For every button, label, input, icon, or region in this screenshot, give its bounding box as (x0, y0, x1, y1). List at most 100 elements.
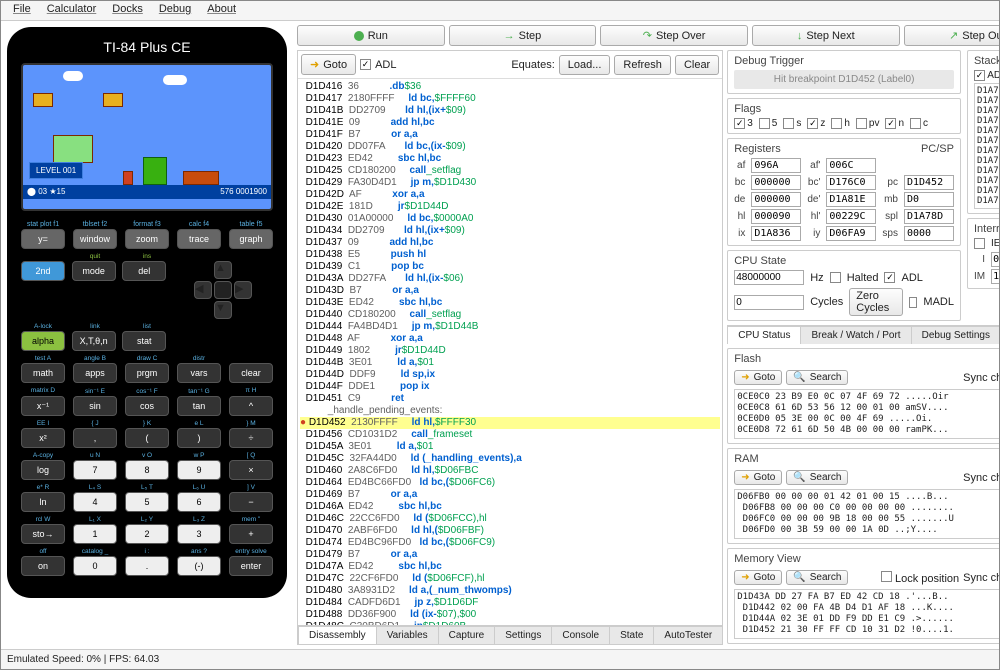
tab-capture[interactable]: Capture (438, 626, 496, 644)
menu-docks[interactable]: Docks (104, 1, 151, 20)
menu-file[interactable]: File (5, 1, 39, 20)
disasm-line[interactable]: D1D469 B7 or a,a (300, 489, 720, 501)
key-clear[interactable]: clear (229, 363, 273, 383)
reg-de2[interactable] (826, 192, 876, 207)
disasm-line[interactable]: D1D444 FA4BD4D1 jp m,$D1D44B (300, 321, 720, 333)
key-pow[interactable]: ^ (229, 396, 273, 416)
lock-position-checkbox[interactable] (881, 571, 892, 582)
disasm-line[interactable]: D1D44D DDF9 ld sp,ix (300, 369, 720, 381)
disasm-line[interactable]: D1D464 ED4BC66FD0 ld bc,($D06FC6) (300, 477, 720, 489)
disasm-line[interactable]: D1D43A DD27FA ld hl,(ix-$06) (300, 273, 720, 285)
key-enter[interactable]: enter (229, 556, 273, 576)
dpad-up[interactable]: ▲ (214, 261, 232, 279)
disasm-line[interactable]: D1D423 ED42 sbc hl,bc (300, 153, 720, 165)
halted-checkbox[interactable] (830, 272, 841, 283)
disasm-line[interactable]: D1D46C 22CC6FD0 ld ($D06FCC),hl (300, 513, 720, 525)
disasm-line[interactable]: D1D430 01A00000 ld bc,$0000A0 (300, 213, 720, 225)
zero-cycles-button[interactable]: Zero Cycles (849, 288, 903, 316)
disasm-line[interactable]: D1D42E 181D jr$D1D44D (300, 201, 720, 213)
disasm-line[interactable]: D1D42D AF xor a,a (300, 189, 720, 201)
key-1[interactable]: 1 (73, 524, 117, 544)
disasm-line[interactable]: D1D480 3A8931D2 ld a,(_num_thwomps) (300, 585, 720, 597)
tab-variables[interactable]: Variables (376, 626, 439, 644)
disasm-line[interactable]: D1D41F B7 or a,a (300, 129, 720, 141)
disasm-line[interactable]: D1D43D B7 or a,a (300, 285, 720, 297)
reg-af2[interactable] (826, 158, 876, 173)
disasm-line[interactable]: D1D449 1802 jr$D1D44D (300, 345, 720, 357)
disasm-line[interactable]: ● D1D452 2130FFFF ld hl,$FFFF30 (300, 417, 720, 429)
dpad-right[interactable]: ▶ (234, 281, 252, 299)
key-on[interactable]: on (21, 556, 65, 576)
mem-hex-view[interactable]: D1D43A DD 27 FA B7 ED 42 CD 18 .'...B.. … (734, 589, 1000, 639)
flash-goto-button[interactable]: ➜Goto (734, 370, 782, 385)
cpu-freq-input[interactable] (734, 270, 804, 285)
disasm-line[interactable]: _handle_pending_events: (300, 405, 720, 417)
disasm-line[interactable]: D1D43E ED42 sbc hl,bc (300, 297, 720, 309)
tab-console[interactable]: Console (551, 626, 610, 644)
key-vars[interactable]: vars (177, 363, 221, 383)
key-xinv[interactable]: x⁻¹ (21, 396, 65, 416)
key-6[interactable]: 6 (177, 492, 221, 512)
disasm-line[interactable]: D1D44F DDE1 pop ix (300, 381, 720, 393)
reg-af[interactable] (751, 158, 801, 173)
reg-hl[interactable] (751, 209, 801, 224)
tab-autotester[interactable]: AutoTester (653, 626, 723, 644)
reg-ix[interactable] (751, 226, 801, 241)
disasm-line[interactable]: D1D448 AF xor a,a (300, 333, 720, 345)
dpad-down[interactable]: ▼ (214, 301, 232, 319)
disasm-line[interactable]: D1D484 CADFD6D1 jp z,$D1D6DF (300, 597, 720, 609)
flag-z-checkbox[interactable] (807, 118, 818, 129)
load-button[interactable]: Load... (559, 55, 611, 75)
flag-c-checkbox[interactable] (910, 118, 921, 129)
key-prgm[interactable]: prgm (125, 363, 169, 383)
tab-debug-settings[interactable]: Debug Settings (911, 326, 1000, 344)
key-mode[interactable]: mode (72, 261, 116, 281)
flag-pv-checkbox[interactable] (856, 118, 867, 129)
ram-goto-button[interactable]: ➜Goto (734, 470, 782, 485)
key-lparen[interactable]: ( (125, 428, 169, 448)
key-0[interactable]: 0 (73, 556, 117, 576)
calc-screen[interactable]: ⬤ 03 ★15 576 0001900 LEVEL 001 (21, 63, 273, 211)
key-4[interactable]: 4 (73, 492, 117, 512)
key-3[interactable]: 3 (177, 524, 221, 544)
disassembly-list[interactable]: D1D416 36 .db$36 D1D417 2180FFFF ld bc,$… (298, 79, 722, 625)
flag-s-checkbox[interactable] (783, 118, 794, 129)
tab-state[interactable]: State (609, 626, 654, 644)
menu-calculator[interactable]: Calculator (39, 1, 105, 20)
disasm-line[interactable]: D1D451 C9 ret (300, 393, 720, 405)
refresh-button[interactable]: Refresh (614, 55, 671, 75)
key-alpha[interactable]: alpha (21, 331, 65, 351)
reg-de[interactable] (751, 192, 801, 207)
disasm-line[interactable]: D1D425 CD180200 call_setflag (300, 165, 720, 177)
key-sto[interactable]: sto→ (21, 524, 65, 544)
tab-cpu-status[interactable]: CPU Status (727, 326, 801, 344)
mem-goto-button[interactable]: ➜Goto (734, 570, 782, 585)
ram-hex-view[interactable]: D06FB0 00 00 00 01 42 01 00 15 ....B... … (734, 489, 1000, 539)
disasm-line[interactable]: D1D488 DD36F900 ld (ix-$07),$00 (300, 609, 720, 621)
key-xtn[interactable]: X,T,θ,n (72, 331, 116, 351)
goto-button[interactable]: ➜Goto (301, 54, 356, 75)
disasm-line[interactable]: D1D474 ED4BC96FD0 ld bc,($D06FC9) (300, 537, 720, 549)
disasm-line[interactable]: D1D47A ED42 sbc hl,bc (300, 561, 720, 573)
key-plus[interactable]: + (229, 524, 273, 544)
run-button[interactable]: Run (297, 25, 445, 46)
disasm-line[interactable]: D1D45C 32FA44D0 ld (_handling_events),a (300, 453, 720, 465)
disasm-line[interactable]: D1D470 2ABF6FD0 ld hl,($D06FBF) (300, 525, 720, 537)
flag-5-checkbox[interactable] (759, 118, 770, 129)
key-tan[interactable]: tan (177, 396, 221, 416)
disasm-line[interactable]: D1D439 C1 pop bc (300, 261, 720, 273)
disasm-line[interactable]: D1D434 DD2709 ld hl,(ix+$09) (300, 225, 720, 237)
disasm-line[interactable]: D1D417 2180FFFF ld bc,$FFFF60 (300, 93, 720, 105)
cycles-input[interactable] (734, 295, 804, 310)
clear-button[interactable]: Clear (675, 55, 719, 75)
int-im-input[interactable] (991, 269, 1000, 284)
key-window[interactable]: window (73, 229, 117, 249)
disasm-line[interactable]: D1D437 09 add hl,bc (300, 237, 720, 249)
key-9[interactable]: 9 (177, 460, 221, 480)
key-log[interactable]: log (21, 460, 65, 480)
key-div[interactable]: ÷ (229, 428, 273, 448)
tab-settings[interactable]: Settings (494, 626, 552, 644)
adl-cpu-checkbox[interactable] (884, 272, 895, 283)
step-button[interactable]: →Step (449, 25, 597, 46)
madl-checkbox[interactable] (909, 297, 917, 308)
